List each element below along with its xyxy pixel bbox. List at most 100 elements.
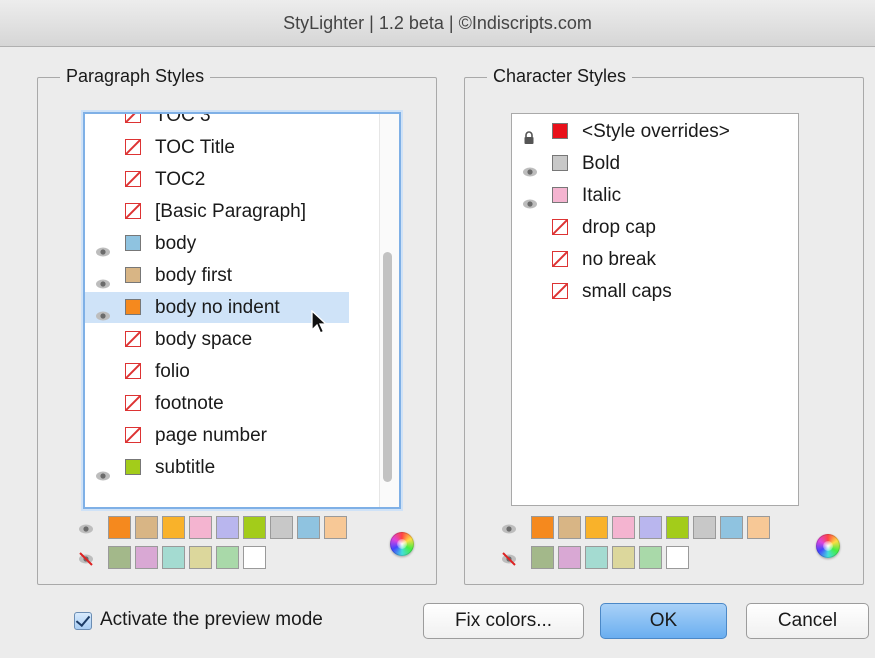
character-hidden-color-cell[interactable] (585, 546, 608, 569)
character-visible-color-cell[interactable] (666, 516, 689, 539)
paragraph-visible-color-cell[interactable] (162, 516, 185, 539)
paragraph-style-label: TOC Title (155, 137, 235, 158)
preview-mode-checkbox[interactable] (74, 612, 92, 630)
paragraph-visible-color-cell[interactable] (243, 516, 266, 539)
paragraph-style-label: folio (155, 361, 190, 382)
paragraph-style-label: body no indent (155, 297, 280, 318)
no-color-swatch[interactable] (125, 331, 141, 347)
no-color-swatch[interactable] (125, 427, 141, 443)
paragraph-hidden-color-cell[interactable] (216, 546, 239, 569)
character-styles-list[interactable]: <Style overrides> Bold Italic drop cap no br… (511, 113, 799, 506)
paragraph-style-label: body space (155, 329, 253, 350)
paragraph-hidden-color-cell[interactable] (243, 546, 266, 569)
paragraph-hidden-color-cell[interactable] (189, 546, 212, 569)
character-hidden-color-cell[interactable] (612, 546, 635, 569)
paragraph-style-item[interactable]: footnote (85, 388, 349, 419)
palette-hidden-eye-icon (78, 552, 94, 571)
paragraph-color-wheel-icon[interactable] (390, 532, 414, 556)
character-style-item[interactable]: Italic (512, 180, 798, 211)
paragraph-style-item[interactable]: body no indent (85, 292, 349, 323)
character-style-item[interactable]: Bold (512, 148, 798, 179)
palette-visible-eye-icon (78, 522, 94, 540)
paragraph-style-item[interactable]: TOC 3 (85, 114, 349, 131)
character-hidden-color-cell[interactable] (666, 546, 689, 569)
character-style-label: no break (582, 249, 656, 270)
eye-icon[interactable] (95, 237, 111, 257)
no-color-swatch[interactable] (125, 363, 141, 379)
character-style-label: Italic (582, 185, 622, 206)
no-color-swatch[interactable] (125, 114, 141, 123)
character-visible-color-cell[interactable] (693, 516, 716, 539)
no-color-swatch[interactable] (552, 283, 568, 299)
paragraph-visible-color-cell[interactable] (270, 516, 293, 539)
eye-icon[interactable] (522, 157, 538, 177)
paragraph-scrollbar[interactable] (379, 114, 399, 507)
character-style-label: Bold (582, 153, 621, 174)
paragraph-style-label: body first (155, 265, 233, 286)
character-style-item[interactable]: small caps (512, 276, 798, 307)
color-swatch[interactable] (552, 155, 568, 171)
character-color-wheel-icon[interactable] (816, 534, 840, 558)
paragraph-hidden-color-cell[interactable] (108, 546, 131, 569)
paragraph-visible-color-cell[interactable] (216, 516, 239, 539)
paragraph-hidden-color-cell[interactable] (162, 546, 185, 569)
character-style-item[interactable]: drop cap (512, 212, 798, 243)
paragraph-visible-color-cell[interactable] (135, 516, 158, 539)
no-color-swatch[interactable] (125, 203, 141, 219)
paragraph-style-item[interactable]: page number (85, 420, 349, 451)
paragraph-visible-color-cell[interactable] (108, 516, 131, 539)
paragraph-style-item[interactable]: body space (85, 324, 349, 355)
character-visible-color-cell[interactable] (531, 516, 554, 539)
paragraph-style-label: footnote (155, 393, 224, 414)
character-visible-color-cell[interactable] (585, 516, 608, 539)
eye-icon[interactable] (95, 461, 111, 481)
no-color-swatch[interactable] (552, 251, 568, 267)
paragraph-visible-color-cell[interactable] (324, 516, 347, 539)
paragraph-style-item[interactable]: [Basic Paragraph] (85, 196, 349, 227)
paragraph-visible-color-cell[interactable] (297, 516, 320, 539)
paragraph-style-item[interactable]: body (85, 228, 349, 259)
character-hidden-color-cell[interactable] (639, 546, 662, 569)
no-color-swatch[interactable] (125, 171, 141, 187)
character-visible-color-cell[interactable] (558, 516, 581, 539)
paragraph-hidden-color-cell[interactable] (135, 546, 158, 569)
character-visible-color-cell[interactable] (639, 516, 662, 539)
color-swatch[interactable] (125, 459, 141, 475)
eye-icon[interactable] (95, 269, 111, 289)
character-hidden-color-cell[interactable] (558, 546, 581, 569)
no-color-swatch[interactable] (125, 395, 141, 411)
color-swatch[interactable] (125, 235, 141, 251)
paragraph-style-item[interactable]: body first (85, 260, 349, 291)
color-swatch[interactable] (552, 123, 568, 139)
palette-hidden-eye-icon (501, 552, 517, 571)
window-title-bar: StyLighter | 1.2 beta | ©Indiscripts.com (0, 0, 875, 47)
fix-colors-button[interactable]: Fix colors... (423, 603, 584, 639)
character-style-item[interactable]: <Style overrides> (512, 116, 798, 147)
paragraph-style-item[interactable]: TOC2 (85, 164, 349, 195)
paragraph-style-label: subtitle (155, 457, 216, 478)
color-swatch[interactable] (125, 267, 141, 283)
character-visible-color-cell[interactable] (612, 516, 635, 539)
color-swatch[interactable] (125, 299, 141, 315)
character-style-item[interactable]: no break (512, 244, 798, 275)
no-color-swatch[interactable] (125, 139, 141, 155)
no-color-swatch[interactable] (552, 219, 568, 235)
paragraph-style-item[interactable]: folio (85, 356, 349, 387)
mouse-cursor-icon (311, 310, 327, 334)
paragraph-visible-color-cell[interactable] (189, 516, 212, 539)
character-visible-color-cell[interactable] (747, 516, 770, 539)
paragraph-styles-list[interactable]: TOC 3 TOC Title TOC2 [Basic Paragraph] body b… (83, 112, 401, 509)
palette-visible-eye-icon (501, 522, 517, 540)
paragraph-style-item[interactable]: subtitle (85, 452, 349, 483)
paragraph-scroll-thumb[interactable] (383, 252, 392, 482)
paragraph-style-label: TOC2 (155, 169, 206, 190)
eye-icon[interactable] (95, 301, 111, 321)
character-hidden-color-cell[interactable] (531, 546, 554, 569)
color-swatch[interactable] (552, 187, 568, 203)
cancel-button[interactable]: Cancel (746, 603, 869, 639)
character-visible-color-cell[interactable] (720, 516, 743, 539)
character-styles-group: Character Styles <Style overrides> Bold It… (464, 66, 864, 585)
ok-button[interactable]: OK (600, 603, 727, 639)
eye-icon[interactable] (522, 189, 538, 209)
paragraph-style-item[interactable]: TOC Title (85, 132, 349, 163)
